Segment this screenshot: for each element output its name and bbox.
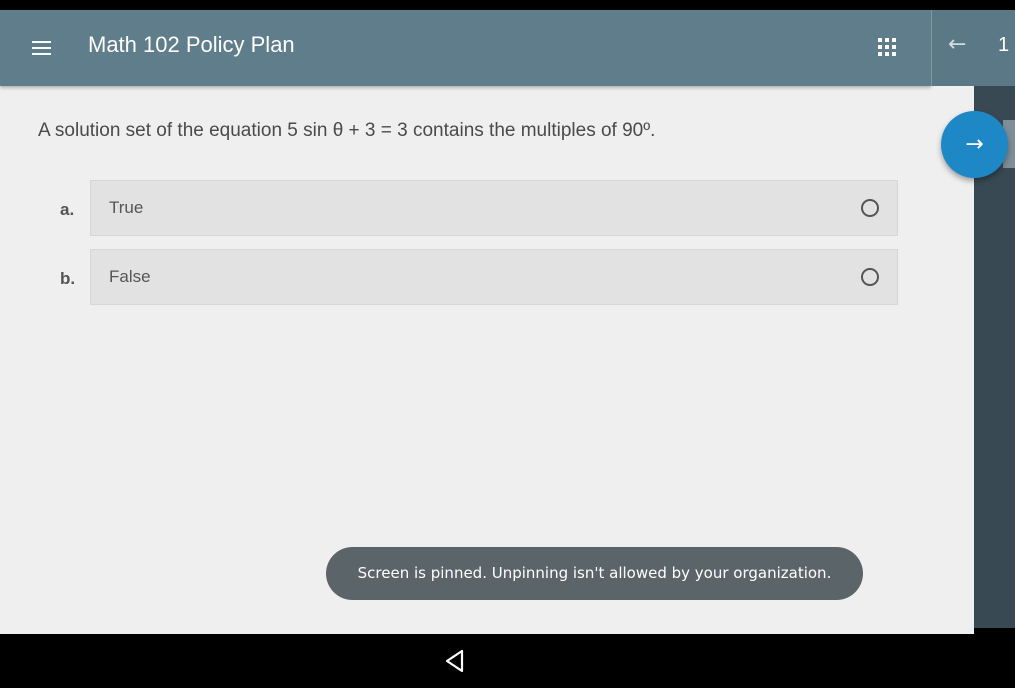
next-question-button[interactable]: → — [941, 111, 1008, 178]
app-title: Math 102 Policy Plan — [88, 32, 295, 57]
answer-option-true[interactable]: True — [90, 180, 898, 236]
system-navigation-bar — [0, 634, 1015, 688]
radio-button-icon[interactable] — [861, 268, 879, 286]
menu-icon[interactable] — [30, 38, 54, 58]
arrow-left-icon[interactable]: ← — [948, 32, 966, 57]
triangle-back-icon[interactable] — [444, 648, 466, 674]
status-strip — [0, 0, 1015, 10]
option-label: True — [109, 198, 144, 217]
option-letter-a: a. — [60, 200, 75, 219]
app-screen: Math 102 Policy Plan ← 1 A solution set … — [0, 0, 1015, 688]
arrow-right-icon: → — [965, 132, 984, 157]
answer-option-false[interactable]: False — [90, 249, 898, 305]
question-text: A solution set of the equation 5 sin θ +… — [38, 120, 656, 141]
grid-icon[interactable] — [877, 37, 897, 57]
pinned-screen-toast: Screen is pinned. Unpinning isn't allowe… — [326, 547, 863, 600]
page-number: 1 — [998, 34, 1010, 56]
radio-button-icon[interactable] — [861, 199, 879, 217]
app-bar: Math 102 Policy Plan — [0, 10, 931, 86]
option-label: False — [109, 267, 151, 286]
page-navigation: ← 1 — [931, 10, 1015, 86]
option-letter-b: b. — [60, 269, 76, 288]
